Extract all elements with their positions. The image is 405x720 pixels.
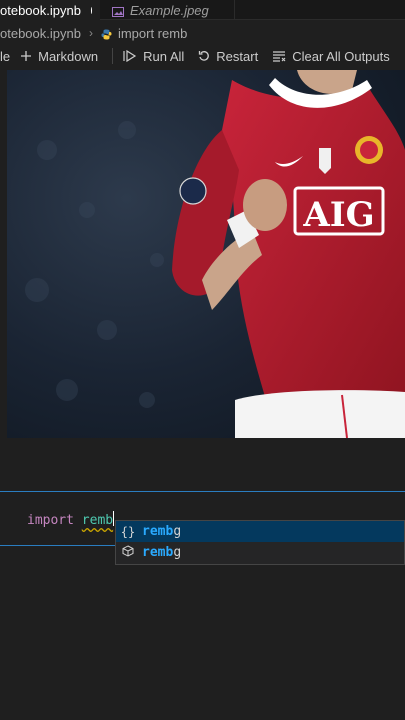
suggestion-match: remb <box>142 524 174 539</box>
add-markdown-button[interactable]: Markdown <box>20 49 98 64</box>
keyword-import: import <box>27 513 74 528</box>
restart-label: Restart <box>216 48 259 64</box>
cell-output-image: AIG <box>7 70 405 438</box>
tab-label: otebook.ipynb <box>0 2 81 18</box>
editor-tab-bar: otebook.ipynb Example.jpeg <box>0 0 405 20</box>
chevron-right-icon: › <box>88 26 93 40</box>
add-markdown-label: Markdown <box>38 48 99 64</box>
module-cube-icon <box>120 545 136 560</box>
restart-icon <box>199 51 210 61</box>
suggestion-rest: g <box>173 524 182 539</box>
image-file-icon <box>112 5 124 17</box>
braces-icon: {} <box>120 524 136 539</box>
python-icon <box>101 28 112 39</box>
breadcrumb-file[interactable]: otebook.ipynb <box>0 26 81 41</box>
toolbar-divider <box>112 48 114 64</box>
tab-example-jpeg[interactable]: Example.jpeg <box>100 0 235 20</box>
suggestion-item-rembg-variable[interactable]: {} remb g <box>116 521 404 542</box>
toolbar-partial-item[interactable]: le <box>0 49 10 64</box>
clear-all-outputs-button[interactable]: Clear All Outputs <box>272 49 390 64</box>
run-all-label: Run All <box>143 48 185 64</box>
breadcrumb-cell[interactable]: import remb <box>118 26 187 41</box>
restart-button[interactable]: Restart <box>198 49 258 64</box>
sponsor-text: AIG <box>302 195 374 235</box>
run-all-button[interactable]: Run All <box>123 49 184 64</box>
suggestion-rest: g <box>173 545 182 560</box>
run-all-icon <box>123 50 137 62</box>
suggestion-match: remb <box>142 545 174 560</box>
tab-label: Example.jpeg <box>130 2 209 18</box>
tab-notebook[interactable]: otebook.ipynb <box>0 0 100 20</box>
unsaved-dot-icon[interactable] <box>90 6 92 14</box>
clear-outputs-icon <box>273 51 286 62</box>
suggestion-item-rembg-module[interactable]: remb g <box>116 542 404 563</box>
autocomplete-suggest-widget: {} remb g remb g <box>115 520 405 565</box>
code-editor-line[interactable]: import remb <box>27 511 115 528</box>
breadcrumb: otebook.ipynb › import remb <box>0 22 405 44</box>
text-cursor <box>113 511 115 526</box>
clear-all-outputs-label: Clear All Outputs <box>292 48 390 64</box>
typed-module-name: remb <box>81 513 114 528</box>
plus-icon <box>21 51 32 61</box>
notebook-toolbar: le Markdown Run All Restart Clear All Ou… <box>0 44 405 68</box>
